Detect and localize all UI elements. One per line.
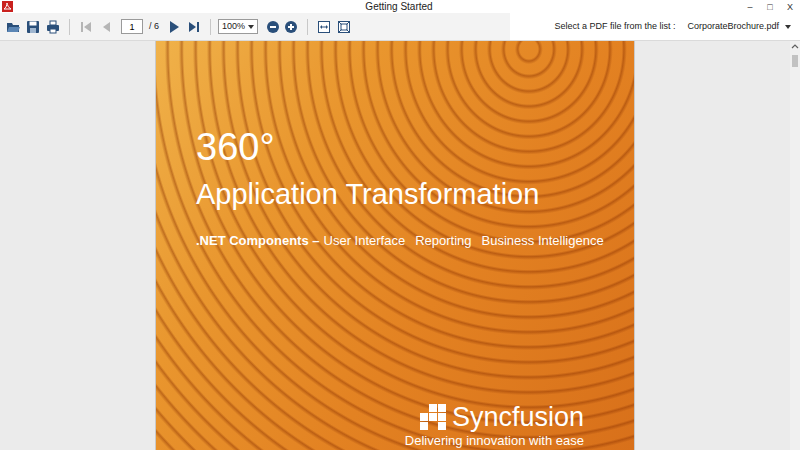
dropdown-arrow-icon	[785, 25, 791, 29]
page-content: 360° Application Transformation .NET Compo…	[156, 41, 634, 450]
logo-squares-icon	[420, 404, 446, 430]
last-icon	[187, 20, 201, 34]
first-icon	[79, 20, 93, 34]
fit-page-button[interactable]	[335, 17, 353, 37]
fit-width-icon	[317, 20, 331, 34]
previous-icon	[99, 20, 113, 34]
toolbar: / 6 100% Select a PDF file from the list :…	[0, 13, 800, 41]
file-combo-value: CorporateBrochure.pdf	[687, 20, 779, 34]
logo-text: Syncfusion	[452, 401, 584, 433]
file-picker-label: Select a PDF file from the list :	[554, 20, 675, 34]
last-button[interactable]	[185, 17, 203, 37]
zoom-value: 100%	[222, 20, 245, 34]
scroll-thumb[interactable]	[792, 55, 798, 67]
window-title: Getting Started	[365, 1, 432, 13]
zoom-buttons	[264, 17, 300, 37]
fit-width-button[interactable]	[315, 17, 333, 37]
minimize-button[interactable]: –	[744, 1, 756, 13]
syncfusion-logo: Syncfusion	[196, 401, 624, 433]
file-combo[interactable]: CorporateBrochure.pdf	[683, 18, 794, 36]
title-bar: Getting Started –□ X	[0, 0, 800, 13]
scroll-track	[790, 51, 800, 450]
zoom-in-icon	[284, 20, 298, 34]
fit-page-icon	[337, 20, 351, 34]
toolbar-buttons: / 6 100%	[0, 17, 357, 37]
zoom-out-button[interactable]	[264, 17, 282, 37]
zoom-out-icon	[266, 20, 280, 34]
page-title: 360°	[196, 126, 624, 168]
scroll-up-icon	[790, 41, 800, 51]
print-button[interactable]	[44, 17, 62, 37]
print-icon	[46, 20, 60, 34]
page-subtitle: Application Transformation	[196, 176, 624, 212]
next-icon	[167, 20, 181, 34]
document-viewer: 360° Application Transformation .NET Compo…	[0, 41, 790, 450]
page-slogan: Delivering innovation with ease	[196, 433, 624, 448]
maximize-button[interactable]: □	[764, 1, 776, 13]
tagline-lead: .NET Components –	[196, 232, 320, 250]
page-number-input[interactable]	[121, 19, 143, 34]
tagline-first: .NET Components –User Interface	[196, 232, 405, 250]
tagline-item: Reporting	[415, 232, 471, 250]
next-button[interactable]	[165, 17, 183, 37]
page-count: / 6	[149, 20, 159, 34]
close-button[interactable]: X	[784, 1, 796, 13]
toolbar-separator	[307, 19, 308, 35]
dropdown-arrow-icon	[248, 25, 254, 29]
save-icon	[26, 20, 40, 34]
pdf-app-icon	[2, 1, 13, 12]
tagline-item: User Interface	[324, 232, 406, 250]
toolbar-separator	[210, 19, 211, 35]
main-area: 360° Application Transformation .NET Compo…	[0, 41, 800, 450]
first-button	[77, 17, 95, 37]
tagline-item: Business Intelligence	[482, 232, 604, 250]
file-picker: Select a PDF file from the list : Corpora…	[510, 13, 800, 40]
previous-button	[97, 17, 115, 37]
open-button[interactable]	[4, 17, 22, 37]
save-button[interactable]	[24, 17, 42, 37]
toolbar-separator	[69, 19, 70, 35]
title-left	[2, 1, 365, 12]
zoom-select[interactable]: 100%	[218, 19, 258, 34]
open-icon	[6, 20, 20, 34]
window-controls: –□ X	[433, 1, 796, 13]
vertical-scrollbar[interactable]	[790, 41, 800, 450]
zoom-in-button[interactable]	[282, 17, 300, 37]
page-tagline: .NET Components –User Interface Reporting…	[196, 232, 624, 250]
pdf-page: 360° Application Transformation .NET Compo…	[155, 41, 635, 450]
